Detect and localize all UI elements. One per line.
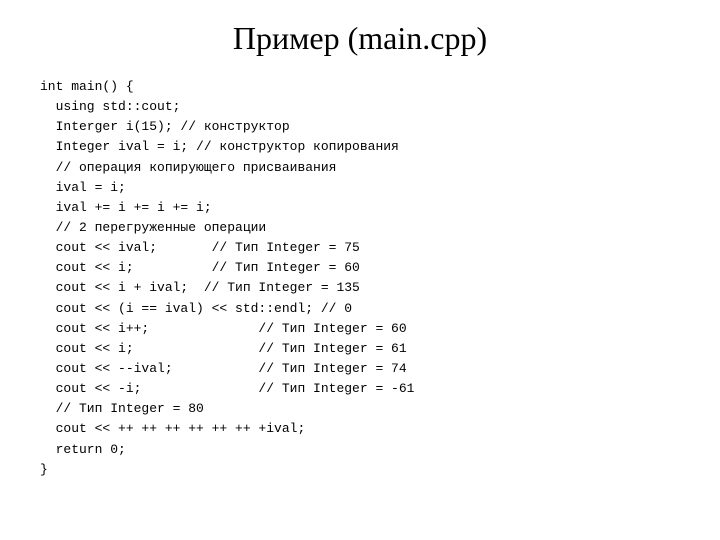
page-title: Пример (main.cpp): [233, 20, 487, 57]
page-container: Пример (main.cpp) int main() { using std…: [0, 0, 720, 540]
code-block: int main() { using std::cout; Interger i…: [40, 77, 414, 480]
